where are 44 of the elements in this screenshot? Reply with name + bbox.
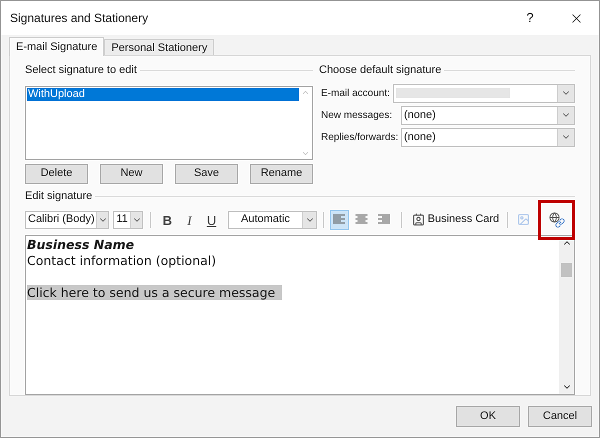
field-label: E-mail account: — [321, 86, 391, 100]
field-label: Replies/forwards: — [321, 130, 400, 144]
hyperlink-button[interactable] — [538, 200, 575, 240]
scroll-thumb[interactable] — [561, 262, 572, 276]
color-dropdown[interactable]: Automatic — [228, 210, 318, 228]
card-icon — [412, 213, 425, 226]
field-value: (none) — [404, 108, 436, 123]
signature-editor[interactable]: Business Name Contact information (optional) Click here to send us a secure message — [25, 234, 575, 394]
size-dropdown[interactable]: 11 — [113, 210, 144, 228]
action-button[interactable]: Delete — [25, 164, 88, 184]
signature-text: Business Name — [27, 236, 134, 252]
action-button[interactable]: Rename — [250, 164, 313, 184]
tab[interactable]: Personal Stationery — [104, 39, 214, 55]
group-label: Edit signature — [25, 189, 92, 204]
format-button[interactable]: B — [158, 210, 176, 228]
list-item[interactable]: WithUpload — [27, 88, 299, 100]
align-left-icon — [332, 214, 346, 225]
signature-list[interactable]: WithUpload — [25, 86, 313, 160]
action-button[interactable]: Save — [175, 164, 238, 184]
field-label: New messages: — [321, 108, 394, 122]
globe-link-icon — [548, 212, 565, 228]
font-dropdown[interactable]: Calibri (Body) — [25, 210, 110, 228]
help-button[interactable]: ? — [507, 1, 553, 35]
tab[interactable]: E-mail Signature — [9, 37, 104, 56]
align-right-icon — [377, 214, 390, 225]
dialog-button[interactable]: OK — [456, 406, 520, 427]
group-label: Choose default signature — [319, 63, 442, 78]
signature-text[interactable]: Click here to send us a secure message — [27, 284, 282, 300]
group-label: Select signature to edit — [25, 63, 137, 78]
format-button[interactable]: I — [180, 210, 198, 228]
dropdown-field[interactable]: (none) — [401, 106, 575, 124]
dropdown-field[interactable]: (none) — [401, 128, 575, 146]
picture-icon — [516, 213, 530, 226]
window-title: Signatures and Stationery — [10, 10, 150, 27]
scrollbar[interactable] — [559, 236, 574, 394]
align-button[interactable] — [330, 210, 349, 230]
action-button[interactable]: New — [100, 164, 163, 184]
align-center-icon — [355, 214, 368, 225]
dialog-button[interactable]: Cancel — [528, 406, 592, 427]
dropdown-field[interactable] — [393, 84, 575, 102]
signature-text: Contact information (optional) — [27, 252, 216, 268]
format-button[interactable]: U — [202, 210, 221, 228]
field-value: (none) — [404, 130, 436, 145]
business-card-button[interactable]: Business Card — [410, 210, 502, 230]
